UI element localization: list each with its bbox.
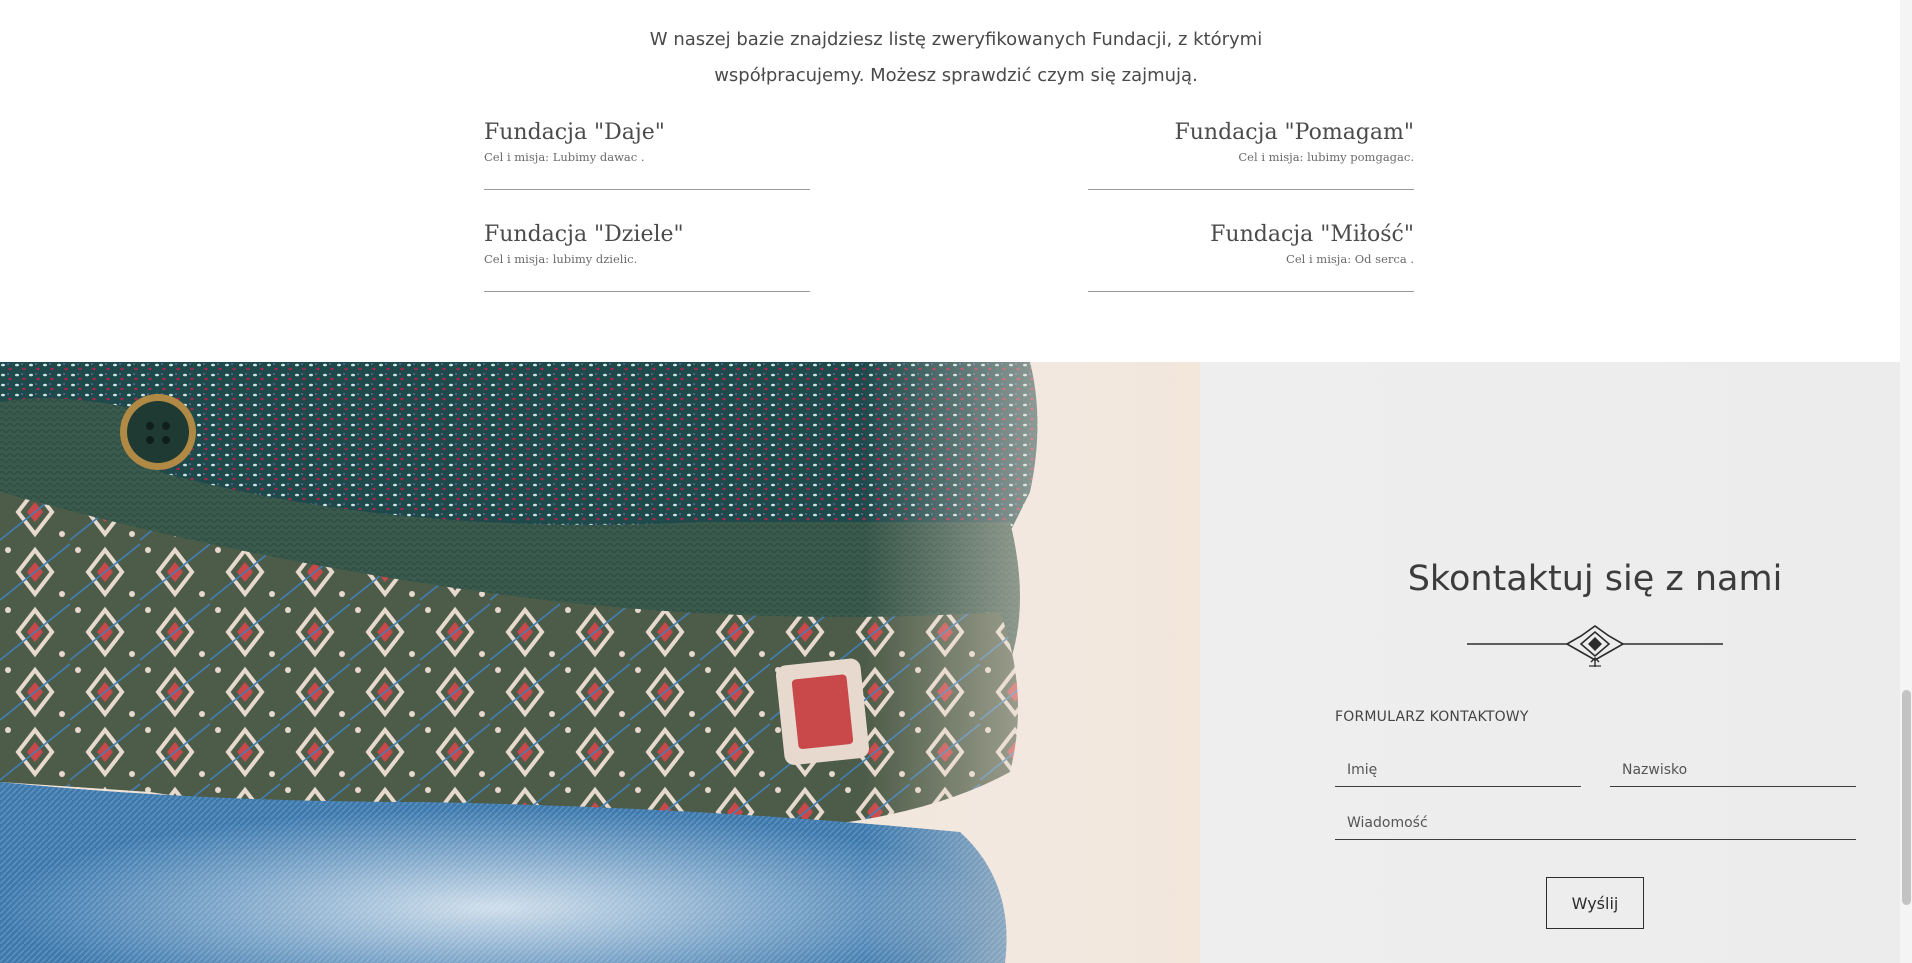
foundation-description: Cel i misja: lubimy dzielic. [484,252,638,266]
decorative-divider-icon [1467,625,1723,667]
message-input[interactable] [1335,806,1856,840]
foundation-item-milosc: Fundacja "Miłość" Cel i misja: Od serca … [1088,221,1414,292]
contact-section: Skontaktuj się z nami FORMULARZ KONTAKTO… [0,362,1912,963]
first-name-input[interactable] [1335,753,1581,787]
scrollbar-track[interactable] [1900,0,1912,963]
foundation-description: Cel i misja: Lubimy dawac . [484,150,645,164]
foundation-item-pomagam: Fundacja "Pomagam" Cel i misja: lubimy p… [1088,119,1414,190]
contact-form-label: FORMULARZ KONTAKTOWY [1335,709,1529,725]
contact-panel: Skontaktuj się z nami FORMULARZ KONTAKTO… [1335,362,1856,963]
foundation-description: Cel i misja: lubimy pomgagac. [1238,150,1414,164]
foundation-item-daje: Fundacja "Daje" Cel i misja: Lubimy dawa… [484,119,810,190]
sweaters-photo [0,362,1200,963]
intro-line-1: W naszej bazie znajdziesz listę zweryfik… [649,29,1263,50]
foundation-name: Fundacja "Miłość" [1210,222,1414,247]
intro-line-2: współpracujemy. Możesz sprawdzić czym si… [714,65,1198,86]
last-name-input[interactable] [1610,753,1856,787]
foundation-item-dziele: Fundacja "Dziele" Cel i misja: lubimy dz… [484,221,810,292]
foundation-name: Fundacja "Dziele" [484,222,684,247]
foundation-description: Cel i misja: Od serca . [1286,252,1414,266]
foundations-intro: W naszej bazie znajdziesz listę zweryfik… [0,22,1912,94]
send-button[interactable]: Wyślij [1546,877,1644,929]
scrollbar-thumb[interactable] [1902,690,1911,905]
foundation-name: Fundacja "Pomagam" [1174,120,1415,145]
foundation-name: Fundacja "Daje" [484,120,665,145]
contact-title: Skontaktuj się z nami [1407,559,1783,599]
